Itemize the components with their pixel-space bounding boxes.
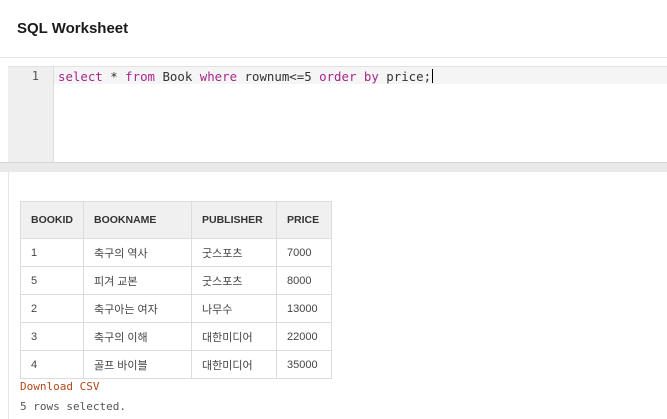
cell-publisher: 대한미디어 [191, 350, 277, 379]
keyword-token: select [58, 69, 103, 84]
cell-bookid: 5 [20, 266, 84, 295]
line-number: 1 [31, 69, 39, 83]
keyword-token: from [125, 69, 155, 84]
cell-bookid: 2 [20, 294, 84, 323]
line-gutter: 1 [8, 67, 54, 163]
cell-bookid: 1 [20, 238, 84, 267]
keyword-token: where [199, 69, 238, 84]
cell-publisher: 대한미디어 [191, 322, 277, 351]
cell-price: 22000 [276, 322, 332, 351]
cell-bookname: 축구아는 여자 [83, 294, 192, 323]
page-title: SQL Worksheet [17, 20, 129, 37]
column-header-publisher[interactable]: PUBLISHER [191, 201, 277, 239]
table-row: 3 축구의 이해 대한미디어 22000 [20, 322, 332, 351]
cell-price: 13000 [276, 294, 332, 323]
text-cursor [432, 69, 434, 83]
keyword-token: order by [319, 69, 379, 84]
cell-publisher: 나무수 [191, 294, 277, 323]
cell-price: 8000 [276, 266, 332, 295]
cell-bookname: 축구의 이해 [83, 322, 192, 351]
operator-token: * [102, 69, 126, 84]
cell-bookname: 축구의 역사 [83, 238, 192, 267]
cell-bookid: 4 [20, 350, 84, 379]
table-header-row: BOOKID BOOKNAME PUBLISHER PRICE [20, 201, 332, 239]
table-row: 2 축구아는 여자 나무수 13000 [20, 294, 332, 323]
identifier-token: Book [155, 69, 200, 84]
cell-publisher: 굿스포츠 [191, 266, 277, 295]
column-header-bookname[interactable]: BOOKNAME [83, 201, 192, 239]
sql-editor[interactable]: 1 select * from Book where rownum<=5 ord… [8, 66, 667, 163]
results-table: BOOKID BOOKNAME PUBLISHER PRICE 1 축구의 역사… [20, 201, 332, 379]
cell-price: 7000 [276, 238, 332, 267]
table-row: 5 피겨 교본 굿스포츠 8000 [20, 266, 332, 295]
column-header-price[interactable]: PRICE [276, 201, 332, 239]
table-row: 1 축구의 역사 굿스포츠 7000 [20, 238, 332, 267]
table-row: 4 골프 바이블 대한미디어 35000 [20, 350, 332, 379]
worksheet-header: SQL Worksheet [0, 0, 667, 58]
condition-token: rownum<=5 [237, 69, 320, 84]
download-csv-link[interactable]: Download CSV [20, 380, 99, 393]
identifier-token: price; [378, 69, 432, 84]
cell-publisher: 굿스포츠 [191, 238, 277, 267]
results-border [8, 172, 9, 419]
cell-price: 35000 [276, 350, 332, 379]
code-line[interactable]: select * from Book where rownum<=5 order… [58, 69, 434, 84]
cell-bookname: 골프 바이블 [83, 350, 192, 379]
cell-bookname: 피겨 교본 [83, 266, 192, 295]
column-header-bookid[interactable]: BOOKID [20, 201, 84, 239]
rows-selected-status: 5 rows selected. [20, 400, 126, 413]
pane-splitter[interactable] [0, 162, 667, 172]
cell-bookid: 3 [20, 322, 84, 351]
